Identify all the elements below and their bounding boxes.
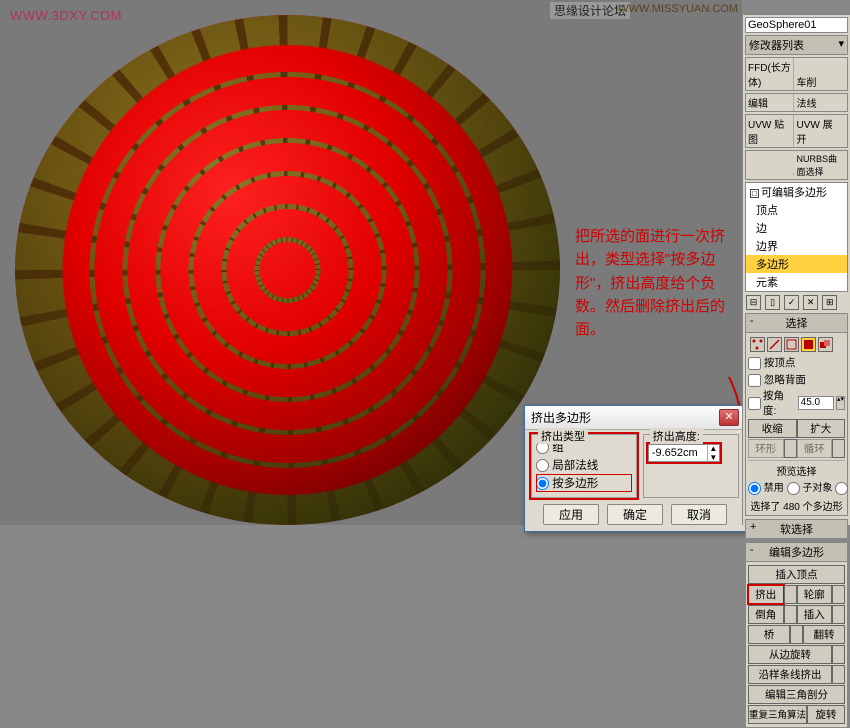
ring-button[interactable]: 环形 [748, 439, 784, 458]
preview-multi-radio[interactable] [835, 482, 848, 495]
edit-tri-button[interactable]: 编辑三角剖分 [748, 685, 845, 704]
preview-selection-label: 预览选择 [748, 460, 845, 478]
mod-nurbs-button[interactable]: NURBS曲面选择 [794, 151, 842, 179]
modifier-list-dropdown[interactable]: 修改器列表 ▾ [745, 35, 848, 55]
grow-button[interactable]: 扩大 [797, 419, 846, 438]
spinner-arrows-icon[interactable]: ▲▼ [707, 444, 719, 462]
dialog-title-text: 挤出多边形 [531, 409, 719, 426]
extrusion-type-legend: 挤出类型 [538, 428, 588, 444]
soft-selection-header[interactable]: +软选择 [745, 519, 848, 539]
stack-editable-poly[interactable]: □可编辑多边形 [746, 183, 847, 201]
watermark-top-left: WWW.3DXY.COM [10, 8, 122, 23]
extrusion-height-spinner[interactable]: -9.652cm ▲▼ [648, 444, 720, 462]
retriangulate-button[interactable]: 重复三角算法 [748, 705, 807, 724]
stack-level-polygon[interactable]: 多边形 [746, 255, 847, 273]
mod-button-row: NURBS曲面选择 [745, 150, 848, 180]
mod-button-row: FFD(长方体)车削 [745, 57, 848, 91]
ok-button[interactable]: 确定 [607, 504, 663, 525]
preview-disable-radio[interactable] [748, 482, 761, 495]
make-unique-icon[interactable]: ✓ [784, 295, 799, 310]
show-end-result-icon[interactable]: ▯ [765, 295, 780, 310]
stack-level-border[interactable]: 边界 [746, 237, 847, 255]
polygon-mode-icon[interactable] [801, 337, 816, 352]
bridge-button[interactable]: 桥 [748, 625, 790, 644]
mod-ffd-button[interactable]: FFD(长方体) [746, 58, 794, 90]
flip-button[interactable]: 翻转 [803, 625, 845, 644]
ignore-backface-checkbox[interactable]: 忽略背面 [748, 371, 845, 388]
mod-button-row: UVW 贴图UVW 展开 [745, 114, 848, 148]
dialog-titlebar[interactable]: 挤出多边形 ✕ [525, 406, 745, 430]
element-mode-icon[interactable] [818, 337, 833, 352]
extrusion-height-value[interactable]: -9.652cm [649, 447, 707, 459]
extrude-along-spline-button[interactable]: 沿样条线挤出 [748, 665, 832, 684]
command-panel[interactable]: GeoSphere01 修改器列表 ▾ FFD(长方体)车削 编辑法线 UVW … [742, 15, 850, 525]
subobject-icons [748, 335, 845, 354]
pin-stack-icon[interactable]: ⊟ [746, 295, 761, 310]
stack-level-edge[interactable]: 边 [746, 219, 847, 237]
dialog-body: 挤出类型 组 局部法线 按多边形 挤出高度: -9.652cm ▲▼ 应用 确定… [525, 430, 745, 531]
close-icon[interactable]: ✕ [719, 409, 739, 426]
edit-polygons-rollout: -编辑多边形 插入顶点 挤出 轮廓 倒角 插入 桥 翻转 从边旋转 沿样条线挤出… [745, 542, 848, 728]
vertex-mode-icon[interactable] [750, 337, 765, 352]
inset-button[interactable]: 插入 [797, 605, 833, 624]
hinge-from-edge-button[interactable]: 从边旋转 [748, 645, 832, 664]
selection-status-text: 选择了 480 个多边形 [748, 496, 845, 513]
stack-level-vertex[interactable]: 顶点 [746, 201, 847, 219]
instruction-annotation: 把所选的面进行一次挤出，类型选择"按多边形"，挤出高度给个负数。然后删除挤出后的… [575, 225, 735, 341]
by-angle-checkbox[interactable] [748, 397, 761, 410]
remove-modifier-icon[interactable]: ✕ [803, 295, 818, 310]
stack-level-element[interactable]: 元素 [746, 273, 847, 291]
radio-local-normal[interactable]: 局部法线 [536, 456, 632, 474]
angle-spinner[interactable]: 45.0 [798, 396, 834, 410]
mod-uvwmap-button[interactable]: UVW 贴图 [746, 115, 794, 147]
mod-uvwunwrap-button[interactable]: UVW 展开 [794, 115, 842, 147]
extrude-button[interactable]: 挤出 [748, 585, 784, 604]
preview-subobj-radio[interactable] [787, 482, 800, 495]
geosphere-object[interactable] [15, 15, 560, 525]
object-name-field[interactable]: GeoSphere01 [745, 17, 848, 33]
mod-normal-button[interactable]: 法线 [794, 94, 842, 111]
mod-button-row: 编辑法线 [745, 93, 848, 112]
modifier-stack[interactable]: □可编辑多边形 顶点 边 边界 多边形 元素 [745, 182, 848, 292]
outline-button[interactable]: 轮廓 [797, 585, 833, 604]
cancel-button[interactable]: 取消 [671, 504, 727, 525]
extrusion-type-fieldset: 挤出类型 组 局部法线 按多边形 [531, 434, 637, 498]
expand-icon[interactable]: □ [750, 189, 759, 198]
loop-button[interactable]: 循环 [797, 439, 833, 458]
configure-sets-icon[interactable]: ⊞ [822, 295, 837, 310]
extrude-polygons-dialog[interactable]: 挤出多边形 ✕ 挤出类型 组 局部法线 按多边形 挤出高度: -9.652cm … [524, 405, 746, 532]
radio-by-polygon[interactable]: 按多边形 [536, 474, 632, 492]
stack-tool-buttons: ⊟ ▯ ✓ ✕ ⊞ [746, 295, 847, 310]
extrusion-height-fieldset: 挤出高度: -9.652cm ▲▼ [643, 434, 739, 498]
mod-edit-button[interactable]: 编辑 [746, 94, 794, 111]
bevel-button[interactable]: 倒角 [748, 605, 784, 624]
edge-mode-icon[interactable] [767, 337, 782, 352]
selection-rollout-header[interactable]: -选择 [745, 313, 848, 333]
edit-polygons-header[interactable]: -编辑多边形 [745, 542, 848, 562]
mod-lathe-button[interactable]: 车削 [794, 73, 842, 90]
selection-rollout: -选择 按顶点 忽略背面 按角度: 45.0 ▴▾ 收缩 扩大 [745, 313, 848, 516]
border-mode-icon[interactable] [784, 337, 799, 352]
extrude-settings-button[interactable] [784, 585, 797, 604]
insert-vertex-button[interactable]: 插入顶点 [748, 565, 845, 584]
soft-selection-rollout: +软选择 [745, 519, 848, 539]
extrusion-height-legend: 挤出高度: [650, 428, 703, 444]
by-vertex-checkbox[interactable]: 按顶点 [748, 354, 845, 371]
spinner-arrows-icon[interactable]: ▴▾ [836, 396, 845, 410]
turn-button[interactable]: 旋转 [807, 705, 845, 724]
shrink-button[interactable]: 收缩 [748, 419, 797, 438]
dialog-button-row: 应用 确定 取消 [531, 504, 739, 525]
apply-button[interactable]: 应用 [543, 504, 599, 525]
watermark-top-right: WWW.MISSYUAN.COM [618, 3, 738, 15]
